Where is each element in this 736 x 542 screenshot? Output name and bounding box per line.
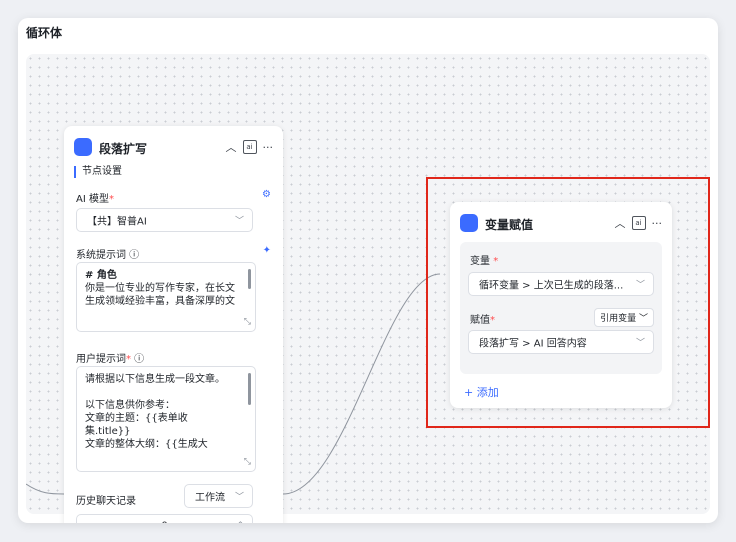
node-header: 段落扩写 ︿ ai ··· <box>74 136 273 160</box>
chevron-down-icon: ﹀ <box>234 216 244 227</box>
window-title: 循环体 <box>26 26 63 40</box>
model-select[interactable]: 【共】智普AI ﹀ <box>76 208 253 232</box>
node-title: 段落扩写 <box>99 142 148 156</box>
history-source-select[interactable]: 工作流 ﹀ <box>184 484 253 508</box>
node-header-buttons: ︿ ai ··· <box>226 139 274 155</box>
resize-icon[interactable]: ⤡ <box>244 316 251 329</box>
user-prompt-textarea[interactable]: 请根据以下信息生成一段文章。 以下信息供你参考： 文章的主题：{{表单收 集.t… <box>76 366 256 472</box>
chevron-down-icon: ﹀ <box>234 492 244 503</box>
workflow-canvas[interactable]: 段落扩写 ︿ ai ··· 节点设置 AI 模型* ⚙ 【共】智普AI ﹀ 系统… <box>26 54 710 523</box>
settings-icon[interactable]: ⚙ <box>262 189 271 200</box>
workflow-window: 循环体 段落扩写 ︿ ai ··· 节点设置 AI 模型* ⚙ 【共】智普AI … <box>18 18 718 523</box>
panel-icon[interactable]: ai <box>242 140 257 154</box>
scrollbar[interactable] <box>248 269 251 289</box>
stepper-icon[interactable]: ⇕ <box>236 521 244 523</box>
magic-icon[interactable]: ✦ <box>263 245 271 256</box>
chevron-up-icon[interactable]: ︿ <box>226 139 237 155</box>
chat-icon <box>74 138 92 156</box>
user-prompt-label: 用户提示词* ⓘ <box>76 354 145 365</box>
history-label: 历史聊天记录 <box>76 496 136 507</box>
scrollbar[interactable] <box>248 373 251 405</box>
system-prompt-label: 系统提示词 ⓘ <box>76 250 140 261</box>
more-icon[interactable]: ··· <box>263 141 274 154</box>
model-label: AI 模型* <box>76 194 114 205</box>
paragraph-expand-node[interactable]: 段落扩写 ︿ ai ··· 节点设置 AI 模型* ⚙ 【共】智普AI ﹀ 系统… <box>64 126 283 523</box>
section-title: 节点设置 <box>74 166 122 178</box>
history-count-input[interactable]: 0 ⇕ <box>76 514 253 523</box>
resize-icon[interactable]: ⤡ <box>244 456 251 469</box>
highlight-box <box>426 177 710 428</box>
system-prompt-textarea[interactable]: # 角色 你是一位专业的写作专家，在长文 生成领域经验丰富，具备深厚的文 ⤡ <box>76 262 256 332</box>
